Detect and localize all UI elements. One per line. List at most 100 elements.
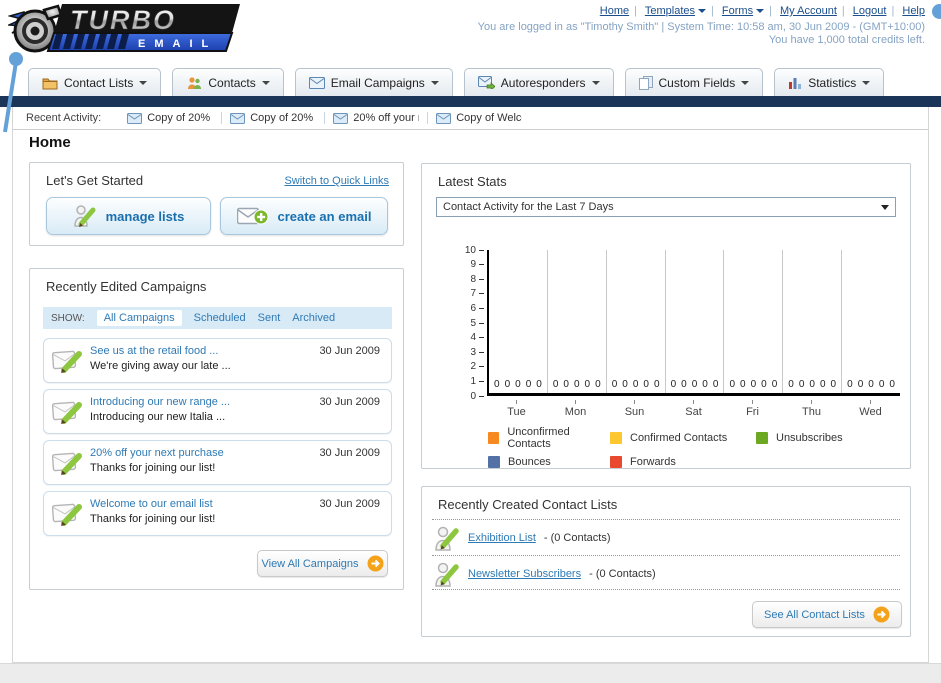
bar-value-label: 0 xyxy=(552,379,559,390)
chart-day-group: 00000 xyxy=(489,250,548,393)
chart-day-label: Wed xyxy=(841,400,900,418)
see-all-contact-lists-button[interactable]: See All Contact Lists xyxy=(752,601,902,628)
bar-value-label: 0 xyxy=(761,379,767,390)
recent-activity-item[interactable]: Copy of 20% off yo xyxy=(222,112,326,124)
create-email-button[interactable]: create an email xyxy=(220,197,388,235)
header-link-templates[interactable]: Templates xyxy=(645,5,695,17)
bar-value-label: 0 xyxy=(729,379,735,390)
bar-value-label: 0 xyxy=(515,379,521,390)
bar-value-label: 0 xyxy=(798,379,805,390)
campaign-row: See us at the retail food ... We're givi… xyxy=(43,338,392,383)
campaign-date: 30 Jun 2009 xyxy=(319,498,380,510)
legend-swatch xyxy=(488,432,500,444)
pages-icon xyxy=(638,75,653,90)
recent-activity-item[interactable]: Copy of Welcome to xyxy=(428,112,530,124)
recent-activity-item[interactable]: Copy of 20% off yo xyxy=(119,112,223,124)
campaign-title-link[interactable]: 20% off your next purchase xyxy=(90,447,224,459)
bar-value-label: 0 xyxy=(771,379,778,390)
bar-value-label: 0 xyxy=(622,379,628,390)
tab-autoresponders[interactable]: Autoresponders xyxy=(463,68,614,96)
chevron-down-icon xyxy=(741,80,750,85)
campaign-filter-bar: SHOW: All Campaigns Scheduled Sent Archi… xyxy=(43,307,392,329)
campaign-subtitle: Thanks for joining our list! xyxy=(90,513,216,525)
recent-activity-item[interactable]: 20% off your next p xyxy=(325,112,429,124)
header-link-home[interactable]: Home xyxy=(600,5,629,17)
turbo-email-logo[interactable]: TURBO EMAIL xyxy=(6,2,248,54)
campaign-title-link[interactable]: Welcome to our email list xyxy=(90,498,213,510)
y-tick: 6 xyxy=(470,302,484,314)
bar-value-label: 0 xyxy=(788,379,794,390)
header-links: Home | Templates | Forms | My Account | Logo… xyxy=(599,5,925,17)
legend-item: Forwards xyxy=(610,456,756,468)
tab-statistics[interactable]: Statistics xyxy=(774,68,885,96)
legend-label: Confirmed Contacts xyxy=(630,432,728,444)
legend-swatch xyxy=(610,456,622,468)
tab-email-campaigns[interactable]: Email Campaigns xyxy=(294,68,453,96)
legend-item: Bounces xyxy=(488,456,610,468)
bar-value-label: 0 xyxy=(830,379,837,390)
header-link-help[interactable]: Help xyxy=(902,5,925,17)
envelope-arrow-icon xyxy=(477,76,495,89)
chart-day-group: 00000 xyxy=(666,250,725,393)
campaign-subtitle: Introducing our new Italia ... xyxy=(90,411,226,423)
header-link-forms[interactable]: Forms xyxy=(722,5,753,17)
filter-sent[interactable]: Sent xyxy=(258,312,281,324)
campaign-title-link[interactable]: Introducing our new range ... xyxy=(90,396,230,408)
bar-value-label: 0 xyxy=(504,379,511,390)
switch-to-quick-links[interactable]: Switch to Quick Links xyxy=(284,175,389,187)
chevron-down-icon xyxy=(756,9,765,13)
bar-value-label: 0 xyxy=(857,379,864,390)
bar-value-label: 0 xyxy=(691,379,698,390)
contact-lists-title: Recently Created Contact Lists xyxy=(438,497,618,512)
y-tick: 2 xyxy=(470,361,484,373)
get-started-panel: Let's Get Started Switch to Quick Links … xyxy=(29,162,404,246)
tab-custom-fields[interactable]: Custom Fields xyxy=(624,68,764,96)
arrow-right-icon xyxy=(367,555,383,572)
bar-value-label: 0 xyxy=(878,379,885,390)
filter-all-campaigns[interactable]: All Campaigns xyxy=(96,310,182,326)
y-tick: 3 xyxy=(470,346,484,358)
show-label: SHOW: xyxy=(51,312,85,324)
dotted-divider xyxy=(432,519,900,520)
y-tick: 9 xyxy=(470,259,484,271)
view-all-campaigns-button[interactable]: View All Campaigns xyxy=(257,550,388,577)
person-pencil-icon xyxy=(435,526,459,551)
y-tick: 1 xyxy=(470,375,484,387)
stats-period-select[interactable]: Contact Activity for the Last 7 Days xyxy=(436,197,896,217)
person-pencil-icon xyxy=(73,205,96,227)
contact-list-name-link[interactable]: Newsletter Subscribers xyxy=(468,568,581,580)
contact-list-name-link[interactable]: Exhibition List xyxy=(468,532,536,544)
footer-strip xyxy=(0,663,941,683)
navy-divider-bar xyxy=(0,96,941,107)
envelope-pencil-icon xyxy=(52,350,82,373)
person-pencil-icon xyxy=(435,562,459,587)
bar-value-label: 0 xyxy=(611,379,618,390)
campaign-row: Introducing our new range ... Introducin… xyxy=(43,389,392,434)
tab-contacts[interactable]: Contacts xyxy=(172,68,284,96)
logo-brand-subtext: EMAIL xyxy=(138,38,217,50)
header-link-my-account[interactable]: My Account xyxy=(780,5,837,17)
filter-scheduled[interactable]: Scheduled xyxy=(194,312,246,324)
logo-brand-text: TURBO xyxy=(70,5,176,35)
page-title: Home xyxy=(29,134,71,151)
campaign-date: 30 Jun 2009 xyxy=(319,396,380,408)
legend-label: Bounces xyxy=(508,456,551,468)
header-link-logout[interactable]: Logout xyxy=(853,5,887,17)
bar-value-label: 0 xyxy=(740,379,746,390)
manage-lists-button[interactable]: manage lists xyxy=(46,197,211,235)
dotted-divider xyxy=(432,555,900,556)
bar-value-label: 0 xyxy=(819,379,826,390)
credits-info: You have 1,000 total credits left. xyxy=(768,34,925,46)
chevron-down-icon xyxy=(261,80,270,85)
campaign-title-link[interactable]: See us at the retail food ... xyxy=(90,345,218,357)
tab-contact-lists[interactable]: Contact Lists xyxy=(28,68,162,96)
legend-swatch xyxy=(610,432,622,444)
bar-value-label: 0 xyxy=(595,379,601,390)
filter-archived[interactable]: Archived xyxy=(292,312,335,324)
chart-day-labels: Tue Mon Sun Sat Fri Thu Wed xyxy=(487,400,900,418)
campaign-date: 30 Jun 2009 xyxy=(319,447,380,459)
campaign-subtitle: Thanks for joining our list! xyxy=(90,462,216,474)
chart-day-group: 00000 xyxy=(724,250,784,393)
bar-value-label: 0 xyxy=(536,379,542,390)
envelope-pencil-icon xyxy=(52,503,82,526)
